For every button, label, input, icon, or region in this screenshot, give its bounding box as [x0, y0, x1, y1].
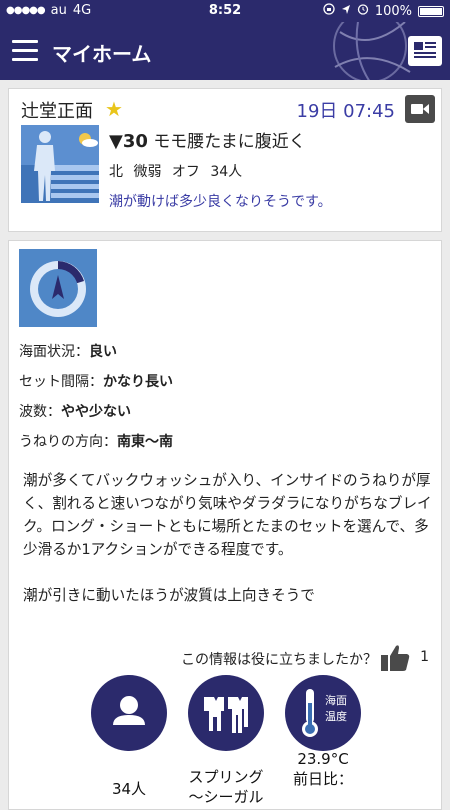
thumbs-up-icon[interactable]	[379, 643, 411, 673]
forecast-description: 潮が多くてバックウォッシュが入り、インサイドのうねりが厚く、割れると速いつながり…	[23, 469, 433, 630]
spot-name: 辻堂正面	[21, 101, 93, 122]
detail-card: 海面状況：良い セット間隔：かなり長い 波数：やや少ない うねりの方向：南東〜南…	[8, 240, 442, 810]
detail-row-swell-direction: うねりの方向：南東〜南	[19, 431, 173, 451]
menu-icon[interactable]	[12, 40, 38, 62]
row-label: セット間隔：	[19, 374, 103, 390]
wave-headline: ▼30 モモ腰たまに腹近く	[109, 127, 306, 152]
rotation-lock-icon	[323, 3, 335, 19]
row-value: やや少ない	[61, 404, 131, 420]
wave-score: ▼30	[109, 131, 148, 152]
row-value: 南東〜南	[117, 434, 173, 450]
row-label: うねりの方向：	[19, 434, 117, 450]
sea-temp-diff-label: 前日比：	[292, 770, 353, 788]
favorite-star-icon[interactable]: ★	[105, 97, 123, 121]
wetsuit-stat-line2: 〜シーガル	[188, 788, 264, 806]
description-paragraph-2: 潮が引きに動いたほうが波質は上向きそうで	[23, 587, 315, 604]
wind-direction: 北	[109, 164, 123, 180]
surfer-thumbnail-image	[21, 125, 99, 203]
report-datetime: 19日 07:45	[296, 101, 396, 122]
row-label: 海面状況：	[19, 344, 89, 360]
wind-strength: 微弱	[133, 164, 162, 180]
helpful-question: この情報は役に立ちましたか？	[181, 652, 377, 668]
wetsuit-icon	[188, 697, 264, 755]
nav-bar: マイホーム	[0, 22, 450, 80]
detail-row-set-interval: セット間隔：かなり長い	[19, 371, 173, 391]
location-icon	[341, 4, 351, 19]
swell-direction-compass-icon	[19, 249, 97, 327]
like-count: 1	[420, 649, 429, 665]
sea-temp-value: 23.9°C	[297, 750, 349, 768]
detail-row-sea-surface: 海面状況：良い	[19, 341, 117, 361]
news-button[interactable]	[408, 36, 442, 66]
forecast-note: 潮が動けば多少良くなりそうです。	[109, 194, 332, 210]
people-stat-value: 34人	[111, 780, 147, 798]
row-value: かなり長い	[103, 374, 173, 390]
wetsuit-stat-line1: スプリング	[188, 768, 264, 786]
wetsuit-stat-badge	[188, 675, 264, 751]
people-stat-badge	[91, 675, 167, 751]
people-count: 34人	[210, 164, 243, 180]
wave-size: モモ腰たまに腹近く	[153, 132, 306, 152]
status-bar: ●●●●● au 4G 8:52 100%	[0, 0, 450, 22]
row-label: 波数：	[19, 404, 61, 420]
description-paragraph: 潮が多くてバックウォッシュが入り、インサイドのうねりが厚く、割れると速いつながり…	[23, 472, 432, 558]
person-icon	[91, 696, 167, 755]
newspaper-icon	[408, 42, 442, 70]
row-value: 良い	[89, 344, 117, 360]
detail-row-wave-count: 波数：やや少ない	[19, 401, 131, 421]
wind-type: オフ	[171, 164, 200, 180]
alarm-icon	[357, 3, 369, 19]
conditions-meta: 北 微弱 オフ 34人	[109, 161, 242, 181]
sea-temp-label: 海面温度	[325, 694, 347, 723]
spot-summary-card[interactable]: 辻堂正面 ★ 19日 07:45 ▼30 モモ腰たまに腹近く 北 微弱 オフ 3…	[8, 88, 442, 232]
sea-temperature-badge: 海面温度	[285, 675, 361, 751]
video-camera-icon[interactable]	[405, 95, 435, 123]
page-title: マイホーム	[52, 42, 152, 66]
battery-icon	[418, 5, 444, 17]
battery-percent: 100%	[374, 3, 412, 19]
